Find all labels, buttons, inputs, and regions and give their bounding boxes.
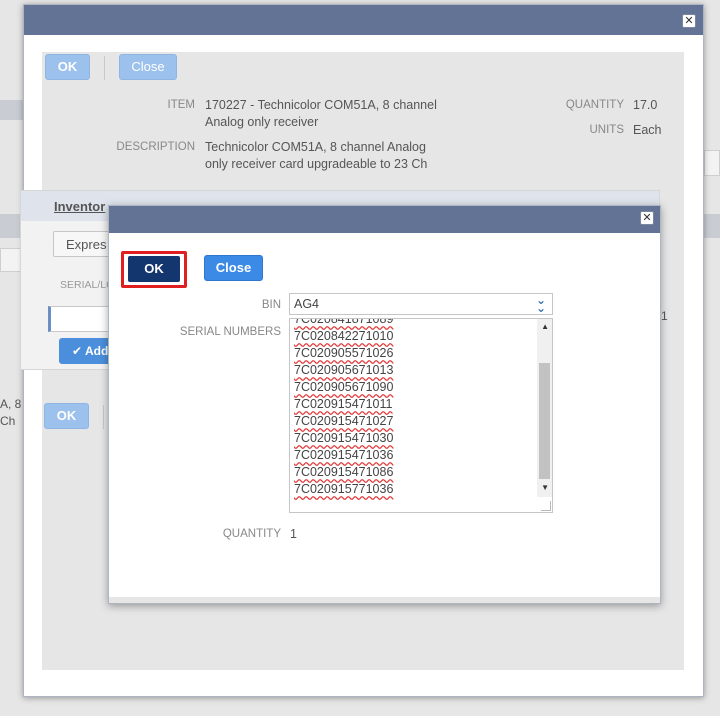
description-value: Technicolor COM51A, 8 channel Analog onl… (205, 140, 428, 171)
double-chevron-down-icon[interactable]: ⌄ ⌄ (535, 294, 547, 314)
serial-number: 7C020915471027 (294, 414, 394, 428)
close-button[interactable]: Close (119, 54, 177, 80)
express-label: Expres (66, 237, 107, 252)
serial-numbers-list: 7C020841871089 7C020842271010 7C02090557… (294, 318, 394, 498)
dialog-header: ✕ (109, 206, 660, 233)
scroll-thumb[interactable] (539, 363, 550, 479)
toolbar-divider (103, 405, 104, 429)
close-icon[interactable]: ✕ (682, 14, 696, 28)
inventory-title: Inventor (54, 199, 106, 214)
quantity-value: 17.0 (633, 98, 658, 112)
units-label: UNITS (589, 124, 625, 136)
serial-column-header: SERIAL/LO (60, 279, 115, 291)
scroll-up-icon[interactable]: ▲ (541, 322, 549, 331)
bin-label: BIN (261, 299, 281, 311)
serial-number: 7C020915471036 (294, 448, 394, 462)
bin-select[interactable]: AG4 ⌄ ⌄ (289, 293, 553, 315)
dialog-footer (109, 597, 660, 603)
quantity-label: QUANTITY (565, 99, 624, 111)
bin-value: AG4 (294, 297, 320, 311)
background-strip (704, 214, 720, 238)
background-text: Ch (0, 414, 16, 428)
dialog-header: ✕ (24, 5, 703, 35)
check-icon: ✔ (72, 344, 83, 358)
row-value: 1 (661, 309, 668, 323)
background-field (704, 150, 720, 176)
serial-number: 7C020841871089 (294, 318, 394, 326)
serial-number: 7C020915471011 (294, 397, 393, 411)
serial-number: 7C020842271010 (294, 329, 394, 343)
units-value: Each (633, 123, 662, 137)
ok-button[interactable]: OK (45, 54, 90, 80)
add-label: Add (84, 344, 109, 358)
ok-button[interactable]: OK (128, 256, 180, 282)
description-label: DESCRIPTION (116, 141, 195, 153)
close-icon[interactable]: ✕ (640, 211, 654, 225)
background-text: A, 8 (0, 397, 22, 411)
ok-button-bottom[interactable]: OK (44, 403, 89, 429)
item-value: 170227 - Technicolor COM51A, 8 channel A… (205, 98, 437, 129)
serial-number: 7C020905671013 (294, 363, 394, 377)
scroll-down-icon[interactable]: ▼ (541, 483, 549, 492)
close-button[interactable]: Close (204, 255, 263, 281)
serial-number: 7C020915471030 (294, 431, 394, 445)
quantity-value: 1 (290, 527, 297, 541)
quantity-label: QUANTITY (222, 528, 281, 540)
toolbar-divider (104, 56, 105, 80)
serial-number: 7C020915471086 (294, 465, 394, 479)
item-label: ITEM (167, 99, 195, 111)
resize-handle-icon[interactable] (541, 501, 551, 511)
scrollbar[interactable]: ▲ ▼ (537, 319, 552, 497)
serial-number: 7C020915771036 (294, 482, 394, 496)
serial-numbers-label: SERIAL NUMBERS (179, 326, 281, 338)
serial-number: 7C020905571026 (294, 346, 394, 360)
serial-numbers-textarea[interactable]: 7C020841871089 7C020842271010 7C02090557… (289, 318, 553, 513)
background-strip (0, 100, 23, 120)
serial-number: 7C020905671090 (294, 380, 394, 394)
